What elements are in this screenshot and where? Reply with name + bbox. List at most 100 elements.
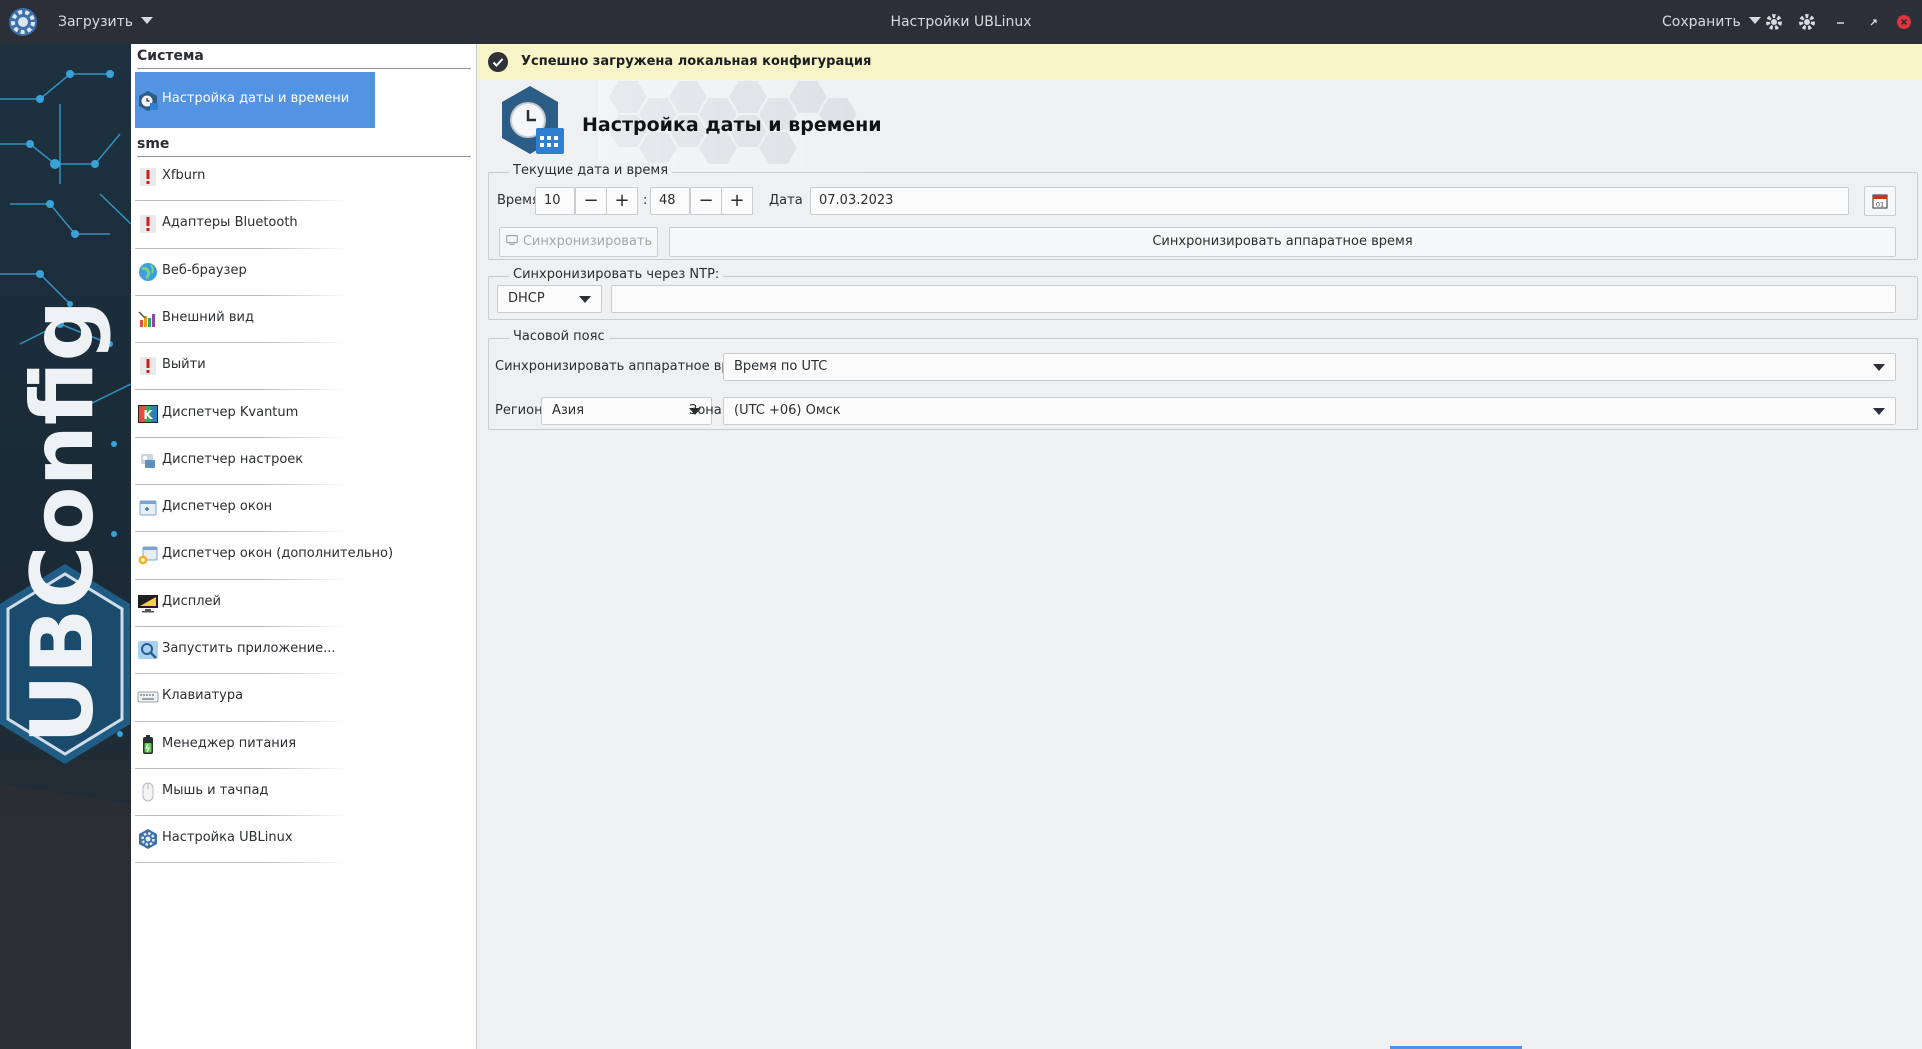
ublinux-gear-icon: [137, 828, 159, 850]
hours-increment-button[interactable]: +: [606, 187, 638, 215]
sidebar-item[interactable]: Выйти: [135, 343, 471, 391]
sidebar-item[interactable]: Запустить приложение...: [135, 627, 471, 675]
sidebar-item[interactable]: Xfburn: [135, 154, 471, 202]
sidebar-item[interactable]: Настройка UBLinux: [135, 816, 471, 864]
sidebar-item-label: Диспетчер настроек: [162, 451, 304, 467]
chevron-down-icon: [579, 296, 591, 303]
date-time-module-icon: [498, 84, 566, 160]
date-input[interactable]: 07.03.2023: [810, 187, 1849, 215]
zone-select[interactable]: (UTC +06) Омск: [723, 397, 1896, 425]
minimize-icon[interactable]: [1829, 10, 1853, 34]
sidebar-item-label: Диспетчер окон (дополнительно): [162, 546, 394, 562]
appearance-icon: [137, 308, 159, 330]
ntp-group: Синхронизировать через NTP: DHCP: [488, 267, 1918, 320]
sidebar-section-title: Система: [137, 48, 204, 64]
info-message: Успешно загружена локальная конфигурация: [521, 54, 872, 69]
info-bar: Успешно загружена локальная конфигурация: [478, 44, 1922, 80]
save-menu[interactable]: Сохранить: [1662, 0, 1761, 44]
region-select[interactable]: Азия: [541, 397, 712, 425]
module-header: Настройка даты и времени: [478, 80, 1922, 172]
sidebar-item[interactable]: Дисплей: [135, 580, 471, 627]
zone-label: Зона: [689, 403, 722, 418]
chevron-down-icon: [1873, 408, 1885, 415]
minutes-increment-button[interactable]: +: [721, 187, 753, 215]
hardware-sync-button[interactable]: Синхронизировать аппаратное время: [669, 227, 1896, 257]
save-menu-label: Сохранить: [1662, 14, 1741, 30]
window-title: Настройки UBLinux: [890, 14, 1032, 30]
clock-icon: [137, 90, 159, 112]
region-label: Регион: [495, 403, 543, 418]
banner-brand-text: UBConfig: [13, 300, 113, 744]
group-title: Текущие дата и время: [509, 163, 673, 178]
sidebar-item-label: Настройка UBLinux: [162, 830, 293, 846]
sync-icon: [506, 235, 518, 245]
sidebar-item[interactable]: Внешний вид: [135, 296, 471, 344]
sidebar-item[interactable]: Клавиатура: [135, 674, 471, 722]
sidebar-item[interactable]: Диспетчер настроек: [135, 438, 471, 486]
sidebar-item[interactable]: Мышь и тачпад: [135, 769, 471, 817]
settings-manager-icon: [137, 450, 159, 472]
kvantum-icon: K: [137, 403, 159, 425]
group-title: Часовой пояс: [509, 329, 609, 344]
display-icon: [137, 592, 159, 614]
sidebar-item-label: Дисплей: [162, 593, 222, 609]
globe-icon: [137, 261, 159, 283]
load-menu-label: Загрузить: [58, 14, 134, 30]
hw-clock-select[interactable]: Время по UTC: [723, 353, 1896, 381]
sync-button[interactable]: Синхронизировать: [499, 227, 658, 257]
close-icon[interactable]: [1892, 10, 1916, 34]
minutes-input[interactable]: 48: [650, 187, 690, 215]
sidebar-item[interactable]: Веб-браузер: [135, 249, 471, 296]
ntp-mode-value: DHCP: [508, 291, 545, 306]
ntp-mode-select[interactable]: DHCP: [497, 285, 602, 313]
app-gear-icon[interactable]: [8, 7, 38, 37]
sidebar-item-label: Xfburn: [162, 168, 206, 183]
ntp-server-input[interactable]: [611, 285, 1896, 313]
sidebar-item[interactable]: Адаптеры Bluetooth: [135, 201, 471, 249]
minutes-decrement-button[interactable]: −: [690, 187, 722, 215]
sidebar-item-label: Менеджер питания: [162, 735, 297, 751]
current-datetime-group: Текущие дата и время Время 10 − + : 48 −…: [488, 163, 1918, 260]
warning-icon: [137, 355, 159, 377]
sidebar-item-date-time[interactable]: Настройка даты и времени: [135, 72, 375, 128]
sidebar-item-label: Веб-браузер: [162, 262, 247, 278]
settings-gear-icon[interactable]: [1762, 10, 1786, 34]
calendar-icon: 01: [1872, 194, 1888, 209]
chevron-down-icon: [1748, 17, 1761, 24]
sidebar-item-label: Внешний вид: [162, 309, 254, 325]
hours-decrement-button[interactable]: −: [575, 187, 607, 215]
maximize-icon[interactable]: [1861, 10, 1885, 34]
module-title: Настройка даты и времени: [582, 114, 882, 136]
hours-input[interactable]: 10: [535, 187, 575, 215]
item-separator: [135, 862, 350, 864]
battery-icon: [137, 734, 159, 756]
warning-icon: [137, 213, 159, 235]
load-menu[interactable]: Загрузить: [58, 0, 154, 44]
calendar-button[interactable]: 01: [1864, 186, 1896, 216]
title-bar: Загрузить Настройки UBLinux Сохранить: [0, 0, 1922, 44]
run-app-icon: [137, 639, 159, 661]
sidebar-item-label: Выйти: [162, 357, 206, 373]
sidebar-item[interactable]: Менеджер питания: [135, 722, 471, 769]
time-separator: :: [643, 193, 648, 208]
group-title: Синхронизировать через NTP:: [509, 267, 724, 282]
chevron-down-icon: [141, 17, 154, 24]
zone-label-text: Зона: [689, 403, 722, 418]
window-manager-icon: [137, 497, 159, 519]
zone-value: (UTC +06) Омск: [734, 403, 841, 418]
sidebar-item-label: Мышь и тачпад: [162, 782, 269, 798]
chevron-down-icon: [1873, 364, 1885, 371]
mouse-icon: [137, 781, 159, 803]
ubconfig-banner: UBConfig: [0, 44, 131, 1049]
sidebar-item[interactable]: Диспетчер окон (дополнительно): [135, 532, 471, 580]
hw-clock-value: Время по UTC: [734, 359, 828, 374]
sidebar-section-title: sme: [137, 136, 170, 152]
sidebar-item-label: Диспетчер окон: [162, 499, 273, 515]
sidebar-item-label: Настройка даты и времени: [162, 91, 350, 106]
sidebar-item[interactable]: K Диспетчер Kvantum: [135, 391, 471, 438]
date-label: Дата: [769, 193, 803, 208]
preferences-gear-icon[interactable]: [1795, 10, 1819, 34]
warning-icon: [137, 166, 159, 188]
sidebar-item-label: Диспетчер Kvantum: [162, 404, 299, 420]
sidebar-item[interactable]: Диспетчер окон: [135, 485, 471, 533]
